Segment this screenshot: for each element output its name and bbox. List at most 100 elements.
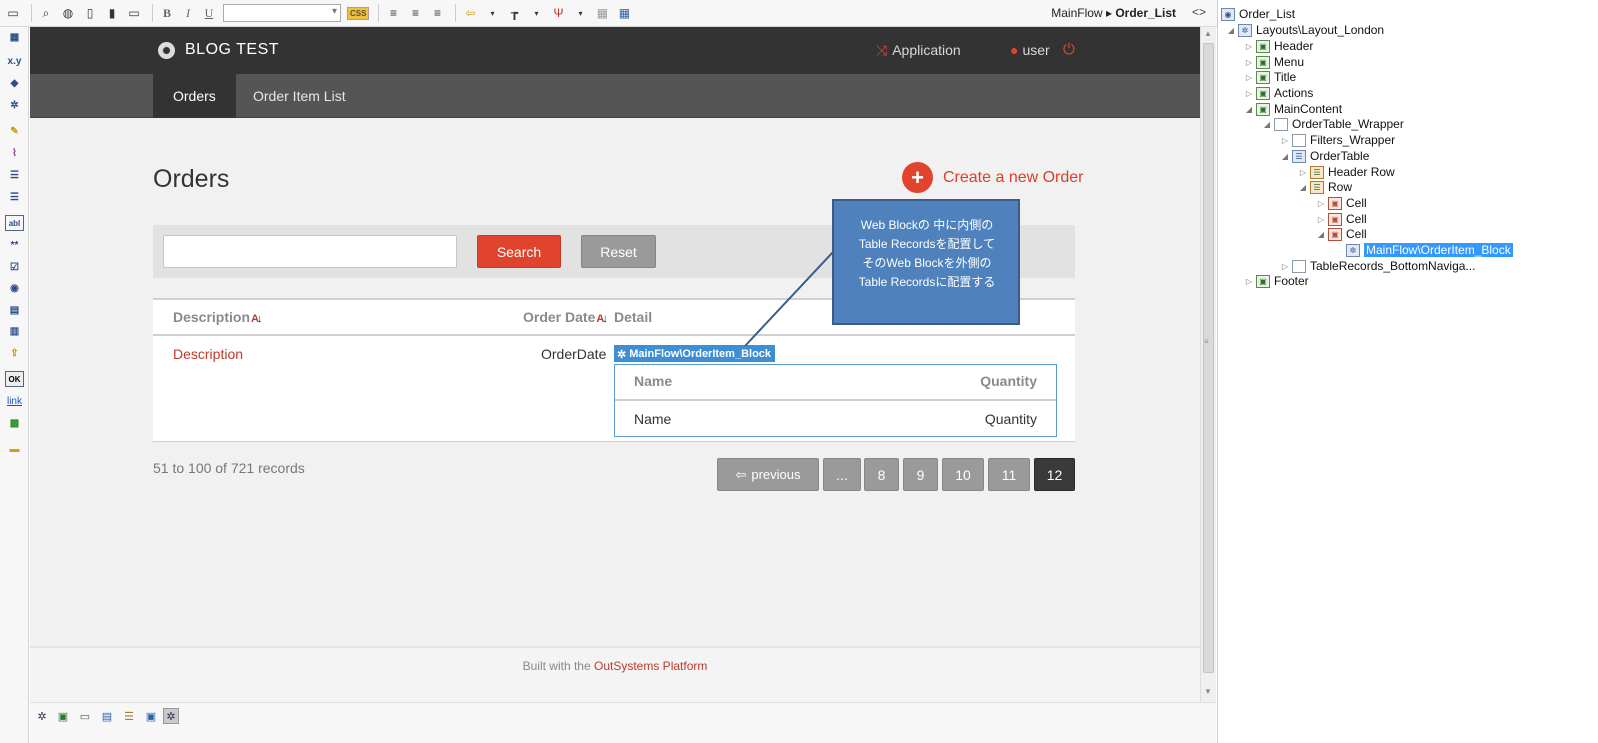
dropdown-arrow-icon[interactable]: ▾: [483, 4, 501, 22]
tree-node-filters-wrapper[interactable]: ▷ Filters_Wrapper: [1280, 132, 1395, 148]
dropdown-arrow-icon[interactable]: ▾: [527, 4, 545, 22]
tree-node-maincontent[interactable]: ◢ ▣ MainContent: [1244, 101, 1342, 117]
row-icon[interactable]: ☰: [121, 708, 137, 724]
link-widget-icon[interactable]: link: [5, 393, 24, 409]
cell-icon[interactable]: ▣: [143, 708, 159, 724]
scrollbar-thumb[interactable]: [1203, 43, 1214, 673]
tree-node-ordertable[interactable]: ◢ ☰ OrderTable: [1280, 148, 1369, 164]
layout-block-icon[interactable]: ✲: [34, 708, 50, 724]
image-widget-icon[interactable]: ▩: [5, 415, 24, 431]
desktop-icon[interactable]: ▭: [125, 4, 143, 22]
page-ellipsis-button[interactable]: ...: [823, 458, 861, 491]
page-button-current[interactable]: 12: [1034, 458, 1075, 491]
select-icon[interactable]: ▭: [4, 4, 22, 22]
breadcrumb-screen[interactable]: Order_List: [1115, 6, 1176, 20]
power-icon[interactable]: ⏻: [1063, 41, 1075, 58]
checkbox-widget-icon[interactable]: ☑: [5, 259, 24, 275]
placeholder-icon[interactable]: ▣: [55, 708, 71, 724]
zoom-icon[interactable]: ◍: [59, 4, 77, 22]
menu-item-orders[interactable]: Orders: [153, 74, 236, 118]
tree-node-orderitem-block[interactable]: ✲ MainFlow\OrderItem_Block: [1346, 242, 1513, 258]
phone-icon[interactable]: ▯: [81, 4, 99, 22]
expand-icon[interactable]: ▷: [1280, 262, 1290, 271]
web-block-widget-icon[interactable]: ✲: [5, 97, 24, 113]
note-widget-icon[interactable]: ▬: [5, 441, 24, 457]
column-header-order-date[interactable]: Order DateA↓: [523, 309, 608, 325]
preview-icon[interactable]: ⌕: [37, 4, 55, 22]
tree-node-bottom-navigation[interactable]: ▷ TableRecords_BottomNaviga...: [1280, 258, 1476, 274]
collapse-icon[interactable]: ◢: [1226, 26, 1236, 35]
tree-node-layout[interactable]: ◢ ✲ Layouts\Layout_London: [1226, 22, 1384, 38]
input-widget-icon[interactable]: abl: [5, 215, 24, 231]
scroll-down-icon[interactable]: ▼: [1204, 687, 1212, 696]
tree-node-menu[interactable]: ▷ ▣ Menu: [1244, 54, 1304, 70]
form-widget-icon[interactable]: ▥: [5, 323, 24, 339]
page-button[interactable]: 8: [864, 458, 899, 491]
tree-node-row[interactable]: ◢ ☰ Row: [1298, 179, 1352, 195]
tree-node-ordertable-wrapper[interactable]: ◢ OrderTable_Wrapper: [1262, 116, 1404, 132]
expand-icon[interactable]: ▷: [1244, 277, 1254, 286]
tree-node-actions[interactable]: ▷ ▣ Actions: [1244, 85, 1313, 101]
collapse-icon[interactable]: ◢: [1244, 105, 1254, 114]
tablet-icon[interactable]: ▮: [103, 4, 121, 22]
list-records-widget-icon[interactable]: ☰: [5, 167, 24, 183]
upload-widget-icon[interactable]: ⇪: [5, 345, 24, 361]
tree-node-header-row[interactable]: ▷ ☰ Header Row: [1298, 164, 1395, 180]
combo-widget-icon[interactable]: ▤: [5, 302, 24, 318]
expand-icon[interactable]: ▷: [1316, 215, 1326, 224]
description-link[interactable]: Description: [173, 346, 243, 362]
reset-button[interactable]: Reset: [581, 235, 656, 268]
tree-node-order-list[interactable]: ◉ Order_List: [1221, 6, 1295, 22]
expand-icon[interactable]: ▷: [1298, 168, 1308, 177]
table-icon[interactable]: ▦: [615, 4, 633, 22]
bold-button[interactable]: B: [158, 6, 176, 21]
dropdown-arrow-icon[interactable]: ▾: [571, 4, 589, 22]
tree-node-title[interactable]: ▷ ▣ Title: [1244, 69, 1296, 85]
container-widget-icon[interactable]: ◆: [5, 75, 24, 91]
expand-icon[interactable]: ▷: [1316, 199, 1326, 208]
password-widget-icon[interactable]: **: [5, 237, 24, 253]
list-widget-icon[interactable]: ☰: [5, 189, 24, 205]
menu-item-order-item-list[interactable]: Order Item List: [233, 74, 366, 118]
expand-icon[interactable]: ▷: [1244, 89, 1254, 98]
flow-icon[interactable]: ┲: [505, 4, 523, 22]
radio-widget-icon[interactable]: ◉: [5, 280, 24, 296]
tree-node-cell[interactable]: ▷ ▣ Cell: [1316, 211, 1367, 227]
code-toggle-button[interactable]: <>: [1192, 5, 1206, 19]
align-right-icon[interactable]: ≡: [428, 4, 446, 22]
tree-node-cell[interactable]: ◢ ▣ Cell: [1316, 226, 1367, 242]
brush-widget-icon[interactable]: ⌇: [5, 145, 24, 161]
app-title[interactable]: BLOG TEST: [185, 41, 279, 59]
arrow-left-icon[interactable]: ⇦: [461, 4, 479, 22]
expand-icon[interactable]: ▷: [1244, 42, 1254, 51]
expand-icon[interactable]: ▷: [1280, 136, 1290, 145]
user-link[interactable]: ● user: [1010, 42, 1050, 58]
create-order-link[interactable]: + Create a new Order: [902, 162, 1084, 193]
css-button[interactable]: CSS: [347, 6, 370, 20]
page-button[interactable]: 10: [942, 458, 984, 491]
expression-widget-icon[interactable]: x.y: [5, 53, 24, 69]
tree-node-header[interactable]: ▷ ▣ Header: [1244, 38, 1313, 54]
search-button[interactable]: Search: [477, 235, 561, 268]
underline-button[interactable]: U: [200, 6, 218, 21]
collapse-icon[interactable]: ◢: [1280, 152, 1290, 161]
page-button[interactable]: 9: [903, 458, 938, 491]
canvas-scrollbar[interactable]: ▲ ≡ ▼: [1200, 27, 1216, 702]
font-style-select[interactable]: [223, 4, 341, 22]
column-header-description[interactable]: DescriptionA↓: [173, 309, 263, 325]
expand-icon[interactable]: ▷: [1244, 58, 1254, 67]
search-input[interactable]: [163, 235, 457, 268]
breadcrumb-flow[interactable]: MainFlow: [1051, 6, 1102, 20]
design-canvas[interactable]: BLOG TEST ⤨ Application ● user ⏻ Orders Or…: [30, 27, 1200, 702]
italic-button[interactable]: I: [179, 6, 197, 21]
container-icon[interactable]: ▭: [77, 708, 93, 724]
tools-icon[interactable]: Ψ: [549, 4, 567, 22]
align-left-icon[interactable]: ≡: [384, 4, 402, 22]
table-records-icon[interactable]: ▤: [99, 708, 115, 724]
outsystems-link[interactable]: OutSystems Platform: [594, 659, 707, 673]
web-block-icon[interactable]: ✲: [163, 708, 179, 724]
web-block-tag[interactable]: ✲ MainFlow\OrderItem_Block: [614, 345, 776, 362]
button-widget-icon[interactable]: OK: [5, 371, 24, 387]
table-records-widget-icon[interactable]: ▦: [5, 29, 24, 45]
collapse-icon[interactable]: ◢: [1316, 230, 1326, 239]
